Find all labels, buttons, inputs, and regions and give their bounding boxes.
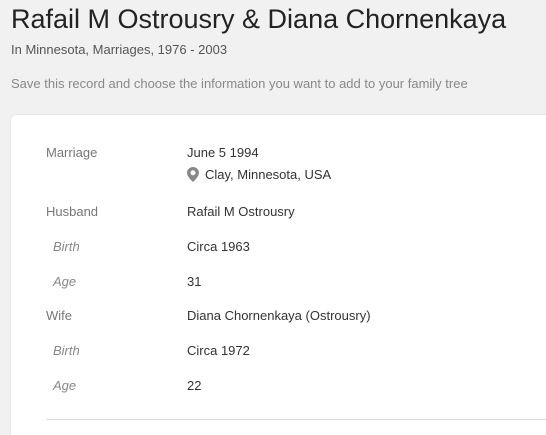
wife-age: 22 <box>187 378 202 393</box>
husband-label: Husband <box>46 204 99 219</box>
map-pin-icon <box>187 167 199 182</box>
record-card <box>11 115 546 435</box>
page-title: Rafail M Ostrousry & Diana Chornenkaya <box>11 4 507 34</box>
wife-label: Wife <box>46 308 72 323</box>
marriage-date: June 5 1994 <box>187 145 259 160</box>
wife-birth-label: Birth <box>53 343 80 358</box>
divider <box>46 419 546 420</box>
marriage-label: Marriage <box>46 145 98 160</box>
collection-subtitle: In Minnesota, Marriages, 1976 - 2003 <box>11 42 228 57</box>
husband-name: Rafail M Ostrousry <box>187 204 295 219</box>
marriage-place: Clay, Minnesota, USA <box>187 167 331 182</box>
wife-age-label: Age <box>53 378 77 393</box>
husband-birth-label: Birth <box>53 239 80 254</box>
husband-age: 31 <box>187 274 202 289</box>
wife-birth: Circa 1972 <box>187 343 250 358</box>
marriage-place-text: Clay, Minnesota, USA <box>205 167 332 182</box>
wife-name: Diana Chornenkaya (Ostrousry) <box>187 308 371 323</box>
save-record-prompt: Save this record and choose the informat… <box>11 76 468 91</box>
husband-birth: Circa 1963 <box>187 239 250 254</box>
husband-age-label: Age <box>53 274 77 289</box>
